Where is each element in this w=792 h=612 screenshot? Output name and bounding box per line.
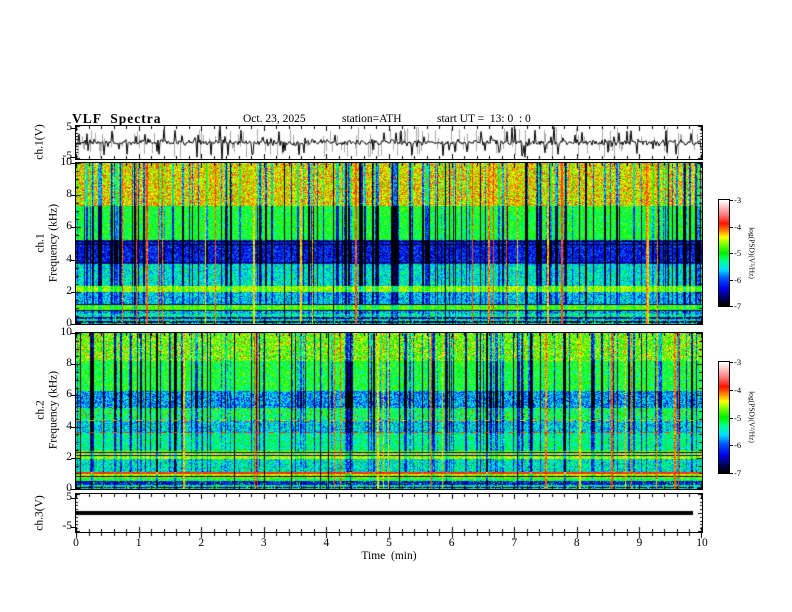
ch2-spectrogram-canvas [76, 333, 702, 489]
freq-tick-label: 8 [66, 188, 72, 201]
x-tick-label: 10 [696, 537, 708, 549]
axis-tick-mark [71, 395, 75, 396]
x-tick-label: 2 [198, 537, 205, 549]
colorbar-tick-label: -7 [734, 301, 742, 311]
x-tick-label: 0 [73, 537, 79, 549]
freq-tick-label: 6 [66, 220, 72, 233]
colorbar-tick-label: -4 [734, 384, 742, 395]
axis-tick-mark [730, 306, 733, 307]
ch3-waveform-canvas [76, 494, 702, 532]
axis-tick-mark [71, 527, 75, 528]
freq-tick-label: 6 [66, 388, 72, 401]
ch1-colorbar-canvas [719, 200, 729, 306]
ch3-waveform-panel [75, 493, 703, 533]
ch2-spec-ylabel-line1: ch.2 [34, 400, 47, 420]
x-tick-label: 7 [511, 537, 518, 549]
start-ut-label: start UT = 13: 0 : 0 [437, 113, 531, 125]
x-tick-label: 4 [323, 537, 330, 549]
axis-tick-mark [730, 227, 733, 228]
volt-tick-label: 5 [66, 121, 72, 133]
axis-tick-mark [71, 227, 75, 228]
axis-tick-mark [730, 362, 733, 363]
axis-tick-mark [71, 489, 75, 490]
ch1-spectrogram-canvas [76, 163, 702, 324]
axis-tick-mark [730, 390, 733, 391]
colorbar-tick-label: -7 [734, 468, 742, 478]
volt-tick-label: 5 [66, 491, 72, 503]
axis-tick-mark [730, 473, 733, 474]
freq-tick-label: 8 [66, 357, 72, 370]
axis-tick-mark [71, 324, 75, 325]
date-label: Oct. 23, 2025 [243, 113, 306, 125]
colorbar-tick-label: -4 [734, 221, 742, 232]
ch1-waveform-panel [75, 125, 703, 160]
freq-tick-label: 2 [66, 450, 72, 463]
ch1-spec-ylabel-line1: ch.1 [34, 233, 47, 253]
freq-tick-label: 2 [66, 284, 72, 297]
colorbar-tick-label: -5 [734, 248, 742, 258]
vlf-spectra-figure: VLF Spectra Oct. 23, 2025 station=ATH st… [0, 0, 792, 612]
freq-tick-label: 4 [66, 252, 72, 265]
x-tick-label: 6 [448, 537, 455, 549]
colorbar-tick-label: -6 [734, 274, 742, 285]
axis-tick-mark [71, 292, 75, 293]
axis-tick-mark [71, 128, 75, 129]
x-tick-label: 5 [386, 537, 392, 549]
volt-tick-label: -5 [62, 520, 72, 532]
ch2-spec-ylabel-line2: Frequency (kHz) [47, 370, 59, 450]
volt-tick-label: -5 [62, 150, 72, 162]
axis-tick-mark [71, 333, 75, 334]
axis-tick-mark [71, 364, 75, 365]
ch1-waveform-canvas [76, 126, 702, 159]
x-tick-label: 1 [135, 537, 142, 549]
station-label: station=ATH [342, 113, 402, 125]
ch2-spectrogram-panel [75, 332, 703, 490]
axis-tick-mark [730, 200, 733, 201]
colorbar-tick-label: -5 [734, 412, 742, 423]
axis-tick-mark [71, 498, 75, 499]
freq-tick-label: 4 [66, 419, 72, 432]
axis-tick-mark [71, 163, 75, 164]
axis-tick-mark [730, 253, 733, 254]
ch2-spec-ylabel: ch.2 Frequency (kHz) [34, 371, 59, 449]
axis-tick-mark [71, 157, 75, 158]
axis-tick-mark [71, 195, 75, 196]
colorbar-tick-label: -3 [734, 357, 742, 367]
ch2-colorbar-canvas [719, 362, 729, 473]
freq-tick-label: 10 [60, 326, 73, 338]
axis-tick-mark [71, 260, 75, 261]
x-tick-label: 8 [573, 537, 580, 549]
x-tick-label: 9 [636, 537, 643, 549]
colorbar-tick-label: -3 [734, 195, 742, 205]
ch1-spec-ylabel-line2: Frequency (kHz) [47, 203, 59, 283]
axis-tick-mark [71, 427, 75, 428]
axis-tick-mark [730, 418, 733, 419]
axis-tick-mark [71, 458, 75, 459]
ch1-colorbar [718, 199, 730, 307]
axis-tick-mark [730, 280, 733, 281]
x-axis-title: Time (min) [361, 550, 417, 562]
axis-tick-mark [730, 445, 733, 446]
colorbar-tick-label: -6 [734, 440, 742, 451]
ch1-spec-ylabel: ch.1 Frequency (kHz) [34, 204, 59, 282]
ch1-spectrogram-panel [75, 162, 703, 325]
x-tick-label: 3 [260, 537, 267, 549]
ch2-colorbar [718, 361, 730, 474]
